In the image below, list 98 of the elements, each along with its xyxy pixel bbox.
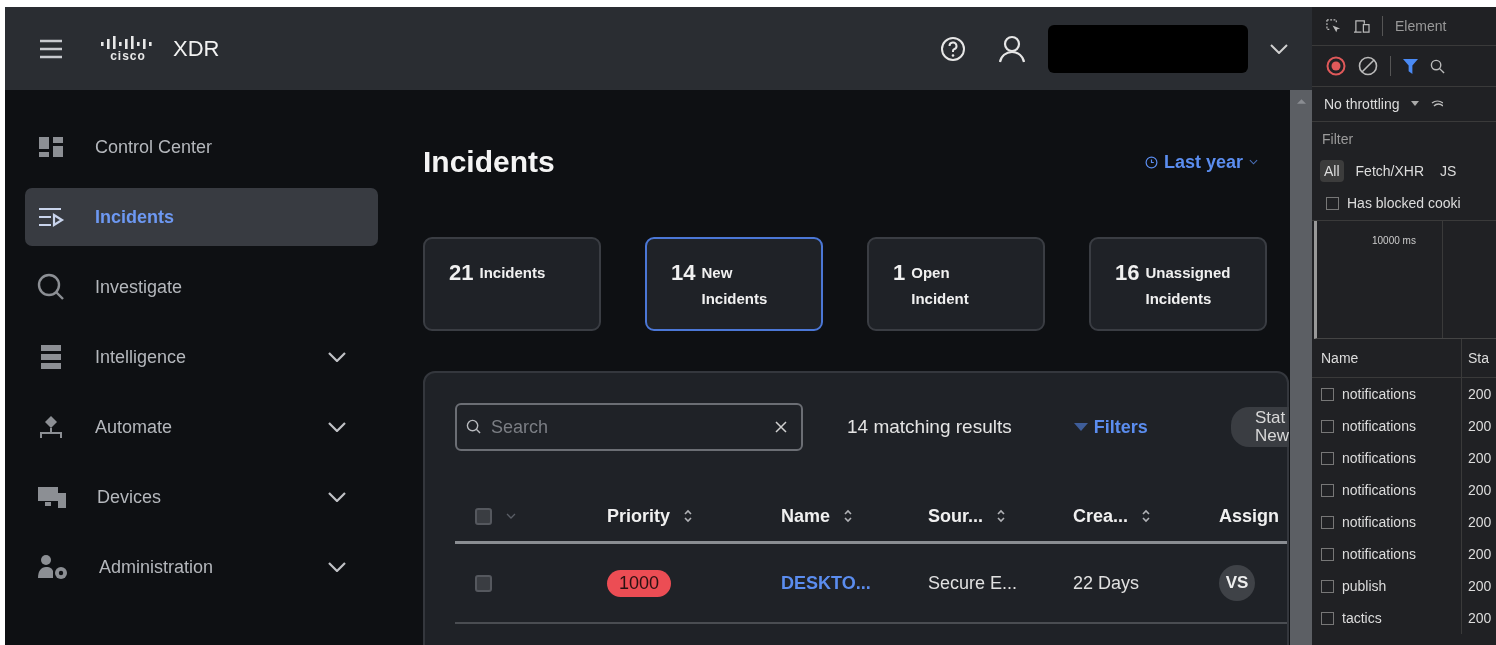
scrollbar[interactable] [1290, 90, 1312, 645]
request-status: 200 [1467, 578, 1492, 594]
type-filter-tab[interactable]: All [1320, 160, 1344, 182]
column-header[interactable]: Sta [1462, 350, 1489, 366]
search-icon[interactable] [1430, 58, 1445, 74]
request-checkbox[interactable] [1321, 419, 1334, 433]
user-gear-icon [37, 554, 69, 580]
sort-icon[interactable] [844, 509, 853, 523]
table-cell: 22 Days [1073, 572, 1140, 593]
request-checkbox[interactable] [1321, 483, 1334, 497]
stat-card[interactable]: 14 New Incidents [645, 237, 823, 331]
elements-tab[interactable]: Element [1395, 18, 1447, 34]
stat-card[interactable]: 16 Unassigned Incidents [1089, 237, 1267, 331]
chevron-down-icon[interactable] [328, 352, 346, 362]
request-checkbox[interactable] [1321, 579, 1334, 593]
request-name[interactable]: notifications [1342, 450, 1416, 466]
request-status: 200 [1467, 386, 1492, 402]
request-status: 200 [1467, 418, 1492, 434]
assignee-avatar: VS [1219, 565, 1255, 601]
sort-icon[interactable] [684, 509, 693, 523]
request-status: 200 [1467, 482, 1492, 498]
request-name[interactable]: notifications [1342, 546, 1416, 562]
request-status: 200 [1467, 610, 1492, 626]
checkbox[interactable] [1326, 196, 1339, 210]
request-checkbox[interactable] [1321, 387, 1334, 401]
dashboard-icon [37, 135, 65, 159]
type-filter-tab[interactable]: JS [1436, 160, 1461, 182]
funnel-icon [1073, 422, 1088, 432]
column-header[interactable]: Name [1312, 339, 1462, 377]
clear-icon[interactable] [775, 421, 787, 433]
request-name[interactable]: publish [1342, 578, 1387, 594]
request-checkbox[interactable] [1321, 547, 1334, 561]
type-filter-tab[interactable]: Fetch/XHR [1351, 160, 1429, 182]
user-icon[interactable] [998, 34, 1026, 63]
request-status: 200 [1467, 514, 1492, 530]
request-status: 200 [1467, 450, 1492, 466]
request-name[interactable]: notifications [1342, 386, 1416, 402]
time-range-dropdown[interactable]: Last year [1144, 151, 1258, 173]
chevron-down-icon[interactable] [328, 562, 346, 572]
chevron-down-icon [1249, 159, 1258, 165]
clock-icon [1144, 155, 1158, 169]
request-name[interactable]: notifications [1342, 514, 1416, 530]
list-play-icon [37, 205, 65, 229]
logo-bars-icon [101, 35, 155, 50]
column-header[interactable]: Name [781, 505, 831, 527]
checkbox-label: Has blocked cooki [1347, 195, 1461, 211]
device-toggle-icon[interactable] [1353, 18, 1370, 34]
page-title: Incidents [423, 145, 555, 179]
incident-link[interactable]: DESKTO... [781, 572, 871, 593]
request-name[interactable]: notifications [1342, 482, 1416, 498]
search-icon [466, 419, 481, 434]
table-cell: Secure E... [928, 572, 1018, 593]
sidebar-item[interactable]: Administration [25, 538, 378, 596]
search-field[interactable]: Search [455, 403, 803, 451]
priority-badge: 1000 [607, 569, 672, 597]
sidebar-item[interactable]: Devices [25, 468, 378, 526]
status-filter-chip[interactable]: Stat New [1231, 407, 1289, 447]
select-all-checkbox[interactable] [475, 507, 492, 525]
menu-icon[interactable] [39, 38, 63, 59]
sidebar-item[interactable]: Intelligence [25, 328, 378, 386]
request-status: 200 [1467, 546, 1492, 562]
chevron-down-icon[interactable] [328, 422, 346, 432]
request-name[interactable]: notifications [1342, 418, 1416, 434]
caret-icon[interactable] [1411, 101, 1420, 107]
results-count: 14 matching results [847, 416, 1012, 438]
flow-icon [37, 414, 65, 440]
clear-icon[interactable] [1358, 56, 1378, 76]
column-header[interactable]: Sour... [928, 505, 983, 527]
sort-icon[interactable] [997, 509, 1005, 523]
request-checkbox[interactable] [1321, 611, 1334, 625]
sidebar-item[interactable]: Investigate [25, 258, 378, 316]
sidebar-item[interactable]: Incidents [25, 188, 378, 246]
row-checkbox[interactable] [475, 574, 492, 592]
devices-icon [37, 485, 67, 509]
sort-icon[interactable] [1142, 509, 1151, 523]
product-name: XDR [173, 35, 220, 62]
stat-card[interactable]: 1 Open Incident [867, 237, 1045, 331]
stat-card[interactable]: 21 Incidents [423, 237, 601, 331]
column-header[interactable]: Crea... [1073, 505, 1129, 527]
record-icon[interactable] [1326, 56, 1346, 76]
logo-wordmark: cisco [110, 49, 146, 62]
caret-icon[interactable] [1270, 43, 1288, 54]
inspect-icon[interactable] [1326, 18, 1341, 34]
column-header[interactable]: Assign [1219, 505, 1279, 527]
sidebar-item[interactable]: Automate [25, 398, 378, 456]
help-icon[interactable] [940, 35, 966, 62]
search-icon [37, 273, 65, 301]
timeline-tick: 10000 ms [1372, 235, 1416, 246]
request-checkbox[interactable] [1321, 515, 1334, 529]
column-header[interactable]: Priority [607, 505, 671, 527]
request-checkbox[interactable] [1321, 451, 1334, 465]
filter-field[interactable]: Filter [1320, 130, 1474, 148]
request-name[interactable]: tactics [1342, 610, 1382, 626]
chevron-down-icon[interactable] [328, 492, 346, 502]
throttling-dropdown[interactable]: No throttling [1324, 96, 1400, 112]
filters-button[interactable]: Filters [1073, 416, 1148, 438]
filter-icon[interactable] [1403, 57, 1418, 75]
sidebar-item[interactable]: Control Center [25, 118, 378, 176]
